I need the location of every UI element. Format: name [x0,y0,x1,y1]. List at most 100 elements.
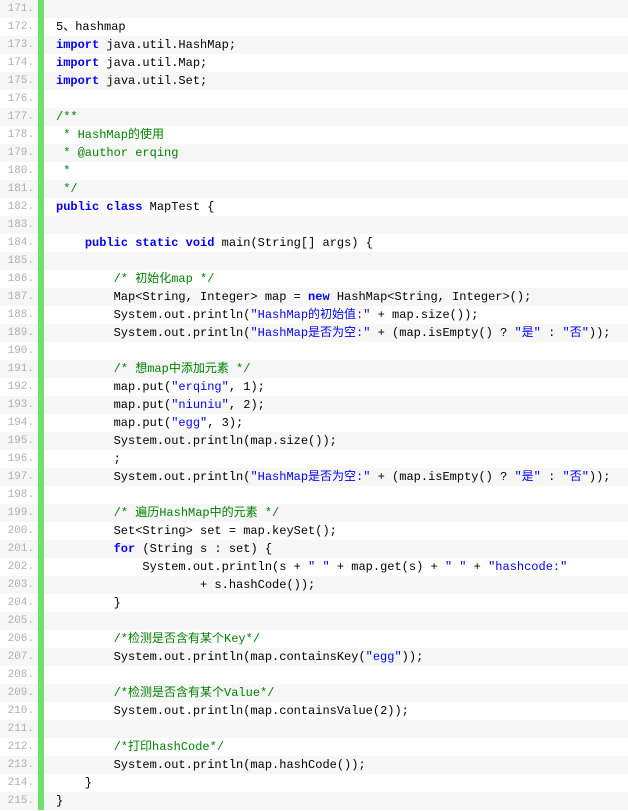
line-number: 184. [0,234,38,252]
token-pl: java.util.HashMap; [99,38,236,52]
line-content: /* 初始化map */ [44,270,214,288]
token-pl: System.out.println(s + [56,560,308,574]
line-number: 202. [0,558,38,576]
token-pl: )); [589,326,611,340]
token-str: " " [308,560,330,574]
token-pl: )); [589,470,611,484]
code-line: 208. [0,666,628,684]
line-number: 213. [0,756,38,774]
token-pl [178,236,185,250]
token-pl: + map.size()); [370,308,478,322]
line-number: 201. [0,540,38,558]
line-content: /*检测是否含有某个Value*/ [44,684,274,702]
token-pl: 5、hashmap [56,20,126,34]
line-content: Set<String> set = map.keySet(); [44,522,337,540]
token-cm: * [56,164,78,178]
line-content: */ [44,180,78,198]
line-number: 194. [0,414,38,432]
token-pl: } [56,776,92,790]
token-str: "hashcode:" [488,560,567,574]
line-number: 205. [0,612,38,630]
code-line: 193. map.put("niuniu", 2); [0,396,628,414]
line-content: 5、hashmap [44,18,126,36]
line-content: import java.util.Set; [44,72,207,90]
token-pl [56,254,63,268]
token-str: "否" [563,470,589,484]
token-pl: + map.get(s) + [330,560,445,574]
token-pl: : [541,326,563,340]
line-number: 208. [0,666,38,684]
token-str: "HashMap是否为空:" [250,326,370,340]
line-number: 210. [0,702,38,720]
line-content: System.out.println("HashMap是否为空:" + (map… [44,324,611,342]
token-cm: /** [56,110,78,124]
code-block: 171. 172.5、hashmap173.import java.util.H… [0,0,628,810]
token-pl: ); [250,398,264,412]
code-line: 211. [0,720,628,738]
token-pl [56,488,63,502]
line-content: System.out.println(map.size()); [44,432,337,450]
token-pl: java.util.Set; [99,74,207,88]
code-line: 202. System.out.println(s + " " + map.ge… [0,558,628,576]
code-line: 171. [0,0,628,18]
token-pl: Map<String, Integer> map = [56,290,308,304]
line-content: ; [44,450,121,468]
line-content: * HashMap的使用 [44,126,164,144]
token-pl [56,2,63,16]
line-content: } [44,594,121,612]
line-number: 191. [0,360,38,378]
token-pl: ); [250,380,264,394]
line-number: 172. [0,18,38,36]
code-line: 178. * HashMap的使用 [0,126,628,144]
line-content: } [44,792,63,810]
line-content: * @author erqing [44,144,178,162]
line-number: 171. [0,0,38,18]
token-pl: main(String[] args) { [214,236,372,250]
line-content: map.put("egg", 3); [44,414,243,432]
line-content: /** [44,108,78,126]
code-line: 209. /*检测是否含有某个Value*/ [0,684,628,702]
code-line: 187. Map<String, Integer> map = new Hash… [0,288,628,306]
line-content: import java.util.HashMap; [44,36,236,54]
code-line: 197. System.out.println("HashMap是否为空:" +… [0,468,628,486]
token-pl [56,362,114,376]
token-pl [56,236,85,250]
line-content: System.out.println(map.containsValue(2))… [44,702,409,720]
code-line: 198. [0,486,628,504]
token-kw: void [186,236,215,250]
line-content [44,486,63,504]
line-content [44,0,63,18]
token-pl: + [466,560,488,574]
code-line: 212. /*打印hashCode*/ [0,738,628,756]
token-pl [56,632,114,646]
code-line: 207. System.out.println(map.containsKey(… [0,648,628,666]
line-content [44,252,63,270]
code-line: 199. /* 遍历HashMap中的元素 */ [0,504,628,522]
code-line: 196. ; [0,450,628,468]
line-content: /* 遍历HashMap中的元素 */ [44,504,279,522]
code-line: 195. System.out.println(map.size()); [0,432,628,450]
line-content: /*打印hashCode*/ [44,738,224,756]
token-pl: map.put( [56,398,171,412]
token-pl: , [229,380,243,394]
token-str: "否" [563,326,589,340]
token-pl: java.util.Map; [99,56,207,70]
code-line: 180. * [0,162,628,180]
token-pl: System.out.println( [56,470,250,484]
token-num: 3 [222,416,229,430]
line-number: 187. [0,288,38,306]
line-number: 190. [0,342,38,360]
token-pl [56,218,63,232]
token-pl: MapTest { [142,200,214,214]
code-line: 203. + s.hashCode()); [0,576,628,594]
line-content [44,216,63,234]
code-line: 184. public static void main(String[] ar… [0,234,628,252]
line-number: 203. [0,576,38,594]
token-pl [56,542,114,556]
token-str: "niuniu" [171,398,229,412]
code-line: 183. [0,216,628,234]
token-pl: System.out.println(map.size()); [56,434,337,448]
line-number: 186. [0,270,38,288]
code-line: 210. System.out.println(map.containsValu… [0,702,628,720]
code-line: 201. for (String s : set) { [0,540,628,558]
